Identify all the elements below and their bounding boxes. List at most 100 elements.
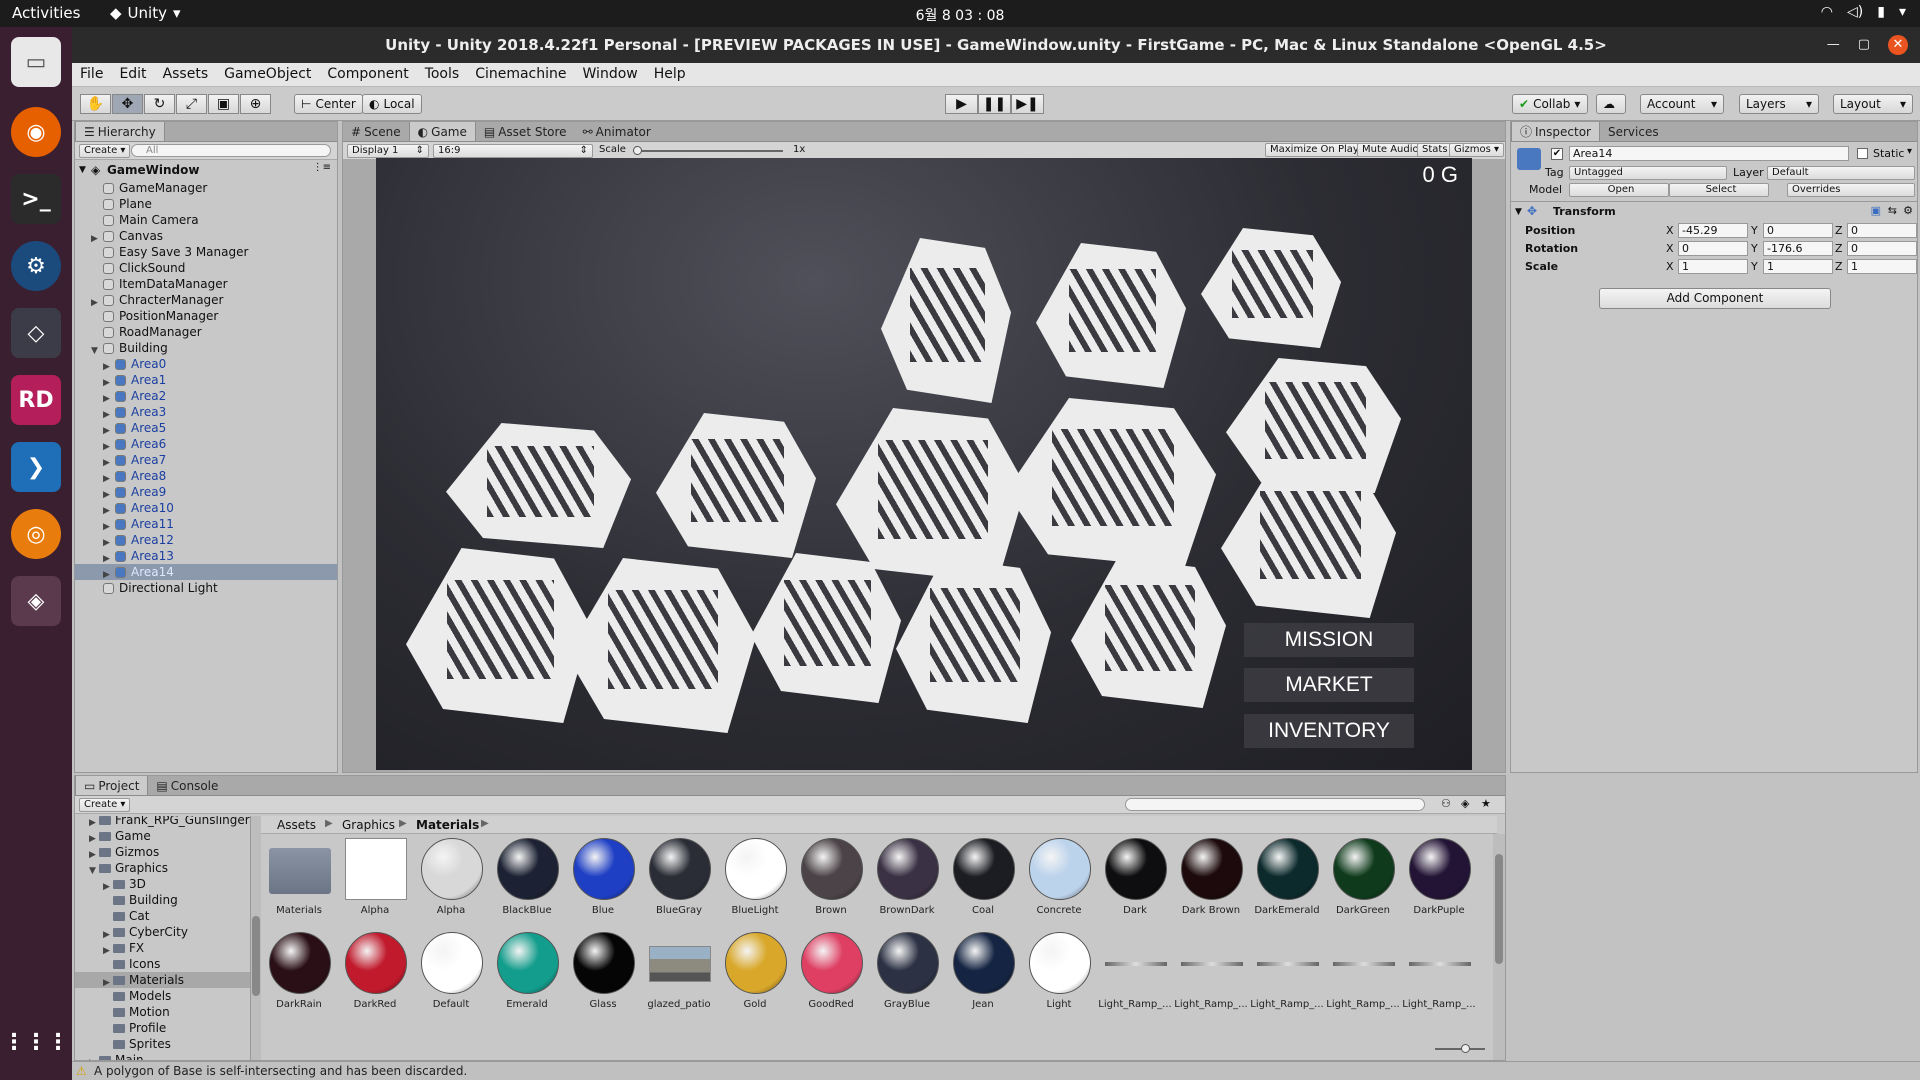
icon-size-thumb[interactable] — [1461, 1044, 1470, 1053]
expand-arrow-icon[interactable]: ▼ — [79, 165, 86, 175]
minimize-icon[interactable]: — — [1827, 27, 1840, 63]
breadcrumb-materials[interactable]: Materials — [416, 818, 479, 832]
terminal-icon[interactable]: >_ — [11, 174, 61, 224]
asset-item[interactable]: Coal — [945, 838, 1021, 930]
asset-item[interactable]: Light_Ramp_... — [1097, 932, 1173, 1024]
transform-z-field[interactable]: 0 — [1847, 241, 1917, 256]
hierarchy-item[interactable]: Directional Light — [75, 580, 337, 596]
city-block[interactable] — [1071, 558, 1226, 708]
active-checkbox[interactable]: ✔ — [1551, 148, 1563, 160]
folder-tree-item[interactable]: ▶ FX — [75, 940, 250, 956]
folder-tree-item[interactable]: ▶ Materials — [75, 972, 250, 988]
hierarchy-item[interactable]: ▶ Area1 — [75, 372, 337, 388]
rider-icon[interactable]: RD — [11, 375, 61, 425]
hierarchy-item[interactable]: ▶ Area10 — [75, 500, 337, 516]
hierarchy-item[interactable]: ▶ Area9 — [75, 484, 337, 500]
collapse-arrow-icon[interactable]: ▼ — [1515, 207, 1522, 217]
menu-assets[interactable]: Assets — [155, 63, 217, 86]
maximize-on-play-toggle[interactable]: Maximize On Play — [1265, 143, 1364, 157]
gear-icon[interactable]: ⚙ — [1903, 204, 1913, 217]
status-bar[interactable]: ⚠ A polygon of Base is self-intersecting… — [72, 1061, 1920, 1080]
vscode-icon[interactable]: ❯ — [11, 442, 61, 492]
aspect-dropdown[interactable]: 16:9 ⇕ — [433, 144, 593, 158]
asset-item[interactable]: Dark — [1097, 838, 1173, 930]
hierarchy-item[interactable]: ▶ Area13 — [75, 548, 337, 564]
tab-hierarchy[interactable]: ☰ Hierarchy — [75, 122, 165, 141]
tag-dropdown[interactable]: Untagged — [1569, 166, 1727, 180]
caret-down-icon[interactable]: ▾ — [1907, 146, 1912, 157]
hierarchy-item[interactable]: ▶ Area8 — [75, 468, 337, 484]
breadcrumb-assets[interactable]: Assets — [277, 818, 316, 832]
hand-tool-icon[interactable]: ✋ — [80, 94, 111, 114]
folder-tree-item[interactable]: ▶ CyberCity — [75, 924, 250, 940]
folder-tree-item[interactable]: ▶ Frank_RPG_Gunslinger — [75, 816, 250, 828]
asset-item[interactable]: Blue — [565, 838, 641, 930]
hierarchy-search-input[interactable]: All — [131, 144, 331, 157]
object-name-field[interactable]: Area14 — [1569, 146, 1849, 161]
asset-scrollbar-thumb[interactable] — [1495, 854, 1503, 964]
tab-project[interactable]: ▭ Project — [75, 776, 149, 795]
asset-item[interactable]: BlueGray — [641, 838, 717, 930]
menu-window[interactable]: Window — [575, 63, 646, 86]
unity-hub-icon[interactable]: ◇ — [11, 308, 61, 358]
asset-item[interactable]: Light_Ramp_... — [1325, 932, 1401, 1024]
maximize-icon[interactable]: ▢ — [1858, 27, 1870, 63]
hierarchy-item[interactable]: ▶ Area7 — [75, 452, 337, 468]
help-icon[interactable]: ▣ — [1871, 204, 1881, 217]
asset-item[interactable]: Alpha — [337, 838, 413, 930]
tab-game[interactable]: ◐ Game — [408, 122, 476, 141]
hierarchy-item[interactable]: ▶ Area5 — [75, 420, 337, 436]
files-icon[interactable]: ▭ — [11, 37, 61, 87]
hierarchy-item[interactable]: ClickSound — [75, 260, 337, 276]
hierarchy-item[interactable]: ▶ Area6 — [75, 436, 337, 452]
rotate-tool-icon[interactable]: ↻ — [144, 94, 175, 114]
city-block[interactable] — [446, 423, 631, 548]
rect-tool-icon[interactable]: ▣ — [208, 94, 239, 114]
system-tray[interactable]: ◠ ◁) ▮ ▾ — [1821, 4, 1906, 20]
mute-audio-toggle[interactable]: Mute Audio — [1357, 143, 1424, 157]
tab-inspector[interactable]: ⓘ Inspector — [1511, 122, 1600, 141]
breadcrumb-graphics[interactable]: Graphics — [342, 818, 395, 832]
static-checkbox[interactable] — [1857, 148, 1868, 159]
transform-header[interactable]: ▼ ✥ Transform ▣ ⇆ ⚙ — [1511, 204, 1917, 220]
asset-item[interactable]: Jean — [945, 932, 1021, 1024]
asset-item[interactable]: Light_Ramp_... — [1249, 932, 1325, 1024]
asset-item[interactable]: GrayBlue — [869, 932, 945, 1024]
model-open-button[interactable]: Open — [1569, 183, 1669, 197]
city-block[interactable] — [1006, 398, 1216, 568]
steam-icon[interactable]: ⚙ — [11, 241, 61, 291]
asset-item[interactable]: Brown — [793, 838, 869, 930]
hierarchy-item[interactable]: ▶ ChracterManager — [75, 292, 337, 308]
scale-slider-thumb[interactable] — [633, 146, 642, 155]
asset-item[interactable]: DarkEmerald — [1249, 838, 1325, 930]
menu-tools[interactable]: Tools — [417, 63, 468, 86]
tab-scene[interactable]: # Scene — [343, 122, 409, 141]
city-block[interactable] — [881, 238, 1011, 403]
filter-label-icon[interactable]: ◈ — [1461, 797, 1469, 810]
mission-button[interactable]: MISSION — [1244, 623, 1414, 657]
asset-item[interactable]: Gold — [717, 932, 793, 1024]
tab-console[interactable]: ▤ Console — [148, 776, 226, 795]
scale-slider[interactable] — [633, 146, 783, 155]
asset-item[interactable]: Concrete — [1021, 838, 1097, 930]
scale-tool-icon[interactable]: ⤢ — [176, 94, 207, 114]
folder-tree-item[interactable]: Models — [75, 988, 250, 1004]
game-viewport[interactable]: 0 G MISSION MARKET INVENTORY — [376, 158, 1472, 770]
tab-asset-store[interactable]: ▤ Asset Store — [476, 122, 575, 141]
hierarchy-item[interactable]: ▼ Building — [75, 340, 337, 356]
asset-item[interactable]: Light_Ramp_... — [1173, 932, 1249, 1024]
hierarchy-item[interactable]: GameManager — [75, 180, 337, 196]
asset-item[interactable]: DarkRain — [261, 932, 337, 1024]
folder-tree-item[interactable]: Profile — [75, 1020, 250, 1036]
blender-icon[interactable]: ◎ — [11, 509, 61, 559]
transform-x-field[interactable]: 1 — [1678, 259, 1748, 274]
city-block[interactable] — [1201, 228, 1341, 348]
filter-type-icon[interactable]: ⚇ — [1441, 797, 1451, 810]
menu-help[interactable]: Help — [646, 63, 694, 86]
menu-cinemachine[interactable]: Cinemachine — [467, 63, 574, 86]
model-select-button[interactable]: Select — [1669, 183, 1769, 197]
market-button[interactable]: MARKET — [1244, 668, 1414, 702]
transform-y-field[interactable]: 0 — [1763, 223, 1833, 238]
tab-services[interactable]: Services — [1600, 122, 1667, 141]
step-icon[interactable]: ▶❚ — [1011, 94, 1044, 114]
